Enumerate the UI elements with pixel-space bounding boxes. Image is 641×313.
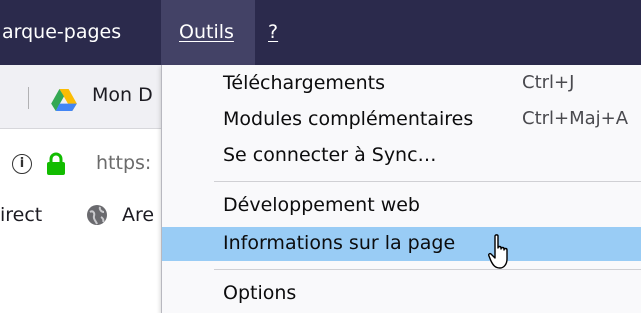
menu-tools[interactable]: Outils — [161, 0, 255, 65]
menuitem-options[interactable]: Options — [162, 277, 641, 311]
bookmark-mon-drive[interactable]: Mon D — [92, 84, 153, 106]
menuitem-label: Modules complémentaires — [223, 108, 474, 130]
menuitem-label: Se connecter à Sync… — [223, 144, 437, 166]
menuitem-label: Informations sur la page — [223, 232, 456, 254]
menuitem-shortcut: Ctrl+Maj+A — [522, 108, 629, 129]
menuitem-downloads[interactable]: Téléchargements Ctrl+J — [162, 67, 641, 101]
url-text[interactable]: https: — [96, 152, 151, 174]
menuitem-label: Téléchargements — [223, 72, 385, 94]
menuitem-label: Options — [223, 282, 297, 304]
menubar: arque-pages Outils ? — [0, 0, 641, 65]
globe-icon — [87, 205, 107, 225]
menuitem-label: Développement web — [223, 194, 420, 216]
menu-tools-label: Outils — [179, 21, 234, 43]
bookmark-direct[interactable]: irect — [0, 204, 42, 226]
menuitem-addons[interactable]: Modules complémentaires Ctrl+Maj+A — [162, 103, 641, 137]
menuitem-sync[interactable]: Se connecter à Sync… — [162, 139, 641, 173]
hand-cursor-icon — [488, 234, 508, 269]
toolbar-separator — [28, 87, 29, 109]
menuitem-page-info[interactable]: Informations sur la page — [162, 227, 641, 261]
menuitem-shortcut: Ctrl+J — [522, 72, 575, 93]
tools-menu: Téléchargements Ctrl+J Modules complémen… — [161, 65, 641, 313]
menu-bookmarks[interactable]: arque-pages — [0, 0, 129, 65]
menu-separator — [214, 181, 641, 182]
info-icon[interactable]: i — [12, 154, 32, 174]
google-drive-icon — [51, 89, 77, 111]
menu-help[interactable]: ? — [268, 0, 278, 65]
lock-icon[interactable] — [46, 152, 66, 176]
menuitem-web-developer[interactable]: Développement web — [162, 189, 641, 223]
menu-separator — [214, 269, 641, 270]
bookmark-are[interactable]: Are — [122, 204, 154, 226]
